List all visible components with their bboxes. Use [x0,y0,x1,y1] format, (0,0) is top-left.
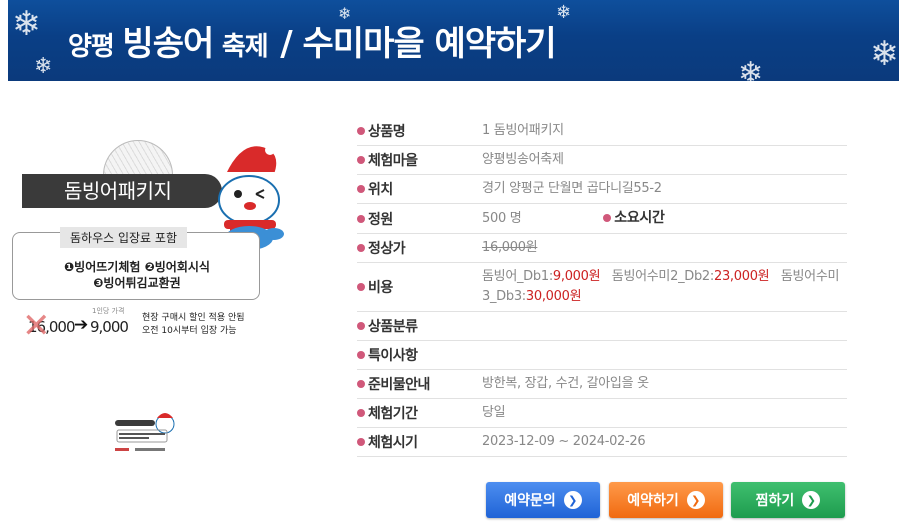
info-label-text: 상품명 [368,124,406,140]
product-image: 돔빙어패키지 돔하우스 입장료 포함 ❶빙어뜨기체험 ❷빙어회시식 ❸빙어튀김교… [8,110,338,470]
bullet-icon [357,351,365,359]
header-banner: ❄ ❄ ❄ ❄ ❄ ❄ 양평 빙송어 축제 / 수미마을 예약하기 [8,0,899,81]
info-value: 16,000원 [482,240,538,255]
info-value: 500 명 소요시간 [482,204,847,233]
promo-note: 오전 10시부터 입장 가능 [142,326,237,336]
includes-items: ❸빙어튀김교환권 [93,276,181,290]
info-value [482,322,847,330]
duration-label: 소요시간 [603,208,665,228]
info-value: 2023-12-09 ~ 2024-02-26 [482,434,646,449]
info-row-cost: 비용 돔빙어_Db1:9,000원 돔빙어수미2_Db2:23,000원 돔빙어… [357,263,847,312]
bullet-icon [357,409,365,417]
package-name-pill: 돔빙어패키지 [22,174,222,208]
bullet-icon [357,322,365,330]
info-value: 방한복, 장갑, 수건, 갈아입을 옷 [482,376,649,391]
info-value: 당일 [482,405,506,420]
reserve-button-label: 예약하기 [627,493,679,509]
thumbnail-image[interactable] [111,410,181,460]
snowflake-icon: ❄ [34,54,53,79]
info-row-notes: 특이사항 [357,341,847,370]
info-value: 양평빙송어축제 [482,152,564,167]
info-label: 체험시기 [357,432,482,452]
chevron-right-icon: ❯ [802,491,821,509]
info-row-village: 체험마을 양평빙송어축제 [357,146,847,175]
info-row-regular-price: 정상가 16,000원 [357,234,847,263]
info-label: 체험마을 [357,150,482,170]
snowflake-icon: ❄ [738,56,764,81]
bullet-icon [357,127,365,135]
info-label-text: 준비물안내 [368,377,430,393]
info-label-text: 정원 [368,211,393,228]
info-label-text: 상품분류 [368,319,418,335]
info-label: 정상가 [357,238,482,258]
sale-price: 9,000 [90,318,129,336]
product-info-table: 상품명 1 돔빙어패키지 체험마을 양평빙송어축제 위치 경기 양평군 단월면 … [357,117,847,457]
info-value: 경기 양평군 단월면 곱다니길55-2 [482,181,662,196]
info-label-text: 체험마을 [368,153,418,169]
snowflake-icon: ❄ [870,34,899,74]
info-row-product-name: 상품명 1 돔빙어패키지 [357,117,847,146]
info-label: 상품분류 [357,316,482,336]
includes-label: 돔하우스 입장료 포함 [60,227,187,248]
info-row-time: 체험시기 2023-12-09 ~ 2024-02-26 [357,428,847,457]
info-label-text: 체험기간 [368,406,418,422]
info-label: 위치 [357,179,482,199]
reserve-button[interactable]: 예약하기 ❯ [609,482,723,518]
title-part: 빙송어 [122,24,214,64]
cost-item-price: 30,000원 [525,289,582,304]
wishlist-button[interactable]: 찜하기 ❯ [731,482,845,518]
includes-items: ❶빙어뜨기체험 ❷빙어회시식 [64,260,210,274]
info-label: 준비물안내 [357,374,482,394]
info-row-location: 위치 경기 양평군 단월면 곱다니길55-2 [357,175,847,204]
inquiry-button-label: 예약문의 [504,493,556,509]
title-part: 양평 [68,32,115,62]
strike-x-icon: ✕ [22,306,51,346]
bullet-icon [603,214,612,222]
info-row-prep: 준비물안내 방한복, 장갑, 수건, 갈아입을 옷 [357,370,847,399]
info-label-text: 특이사항 [368,348,418,364]
info-label: 특이사항 [357,345,482,365]
info-row-category: 상품분류 [357,312,847,341]
title-part: 축제 [221,32,269,62]
cost-item-price: 9,000원 [552,269,601,284]
bullet-icon [357,438,365,446]
bullet-icon [357,283,365,291]
bullet-icon [357,185,365,193]
info-label: 체험기간 [357,403,482,423]
info-row-period: 체험기간 당일 [357,399,847,428]
cost-item-name: 돔빙어수미2_Db2: [611,269,714,284]
info-value: 1 돔빙어패키지 [482,123,564,138]
info-label-text: 위치 [368,182,393,198]
info-label-text: 정상가 [368,241,406,257]
cost-item-price: 23,000원 [713,269,770,284]
snowflake-icon: ❄ [556,2,572,23]
arrow-right-icon: ➔ [74,315,89,335]
bullet-icon [357,214,365,223]
bullet-icon [357,244,365,252]
chevron-right-icon: ❯ [563,491,582,509]
chevron-right-icon: ❯ [686,491,705,509]
bullet-icon [357,156,365,164]
snowflake-icon: ❄ [12,4,41,44]
inquiry-button[interactable]: 예약문의 ❯ [486,482,600,518]
page-title: 양평 빙송어 축제 / 수미마을 예약하기 [68,16,557,65]
info-value: 돔빙어_Db1:9,000원 돔빙어수미2_Db2:23,000원 돔빙어수미3… [482,263,847,311]
capacity-value: 500 명 [482,211,522,226]
info-value [482,351,847,359]
info-row-capacity: 정원 500 명 소요시간 [357,204,847,234]
info-label-text: 체험시기 [368,435,418,451]
info-label: 상품명 [357,121,482,141]
bullet-icon [357,380,365,388]
promo-note: 현장 구매시 할인 적용 안됨 [142,313,245,323]
wishlist-button-label: 찜하기 [755,493,795,509]
title-part: / 수미마을 예약하기 [280,24,556,64]
info-label-text: 비용 [368,280,393,296]
duration-label-text: 소요시간 [614,210,665,226]
cost-item-name: 돔빙어_Db1: [482,269,553,284]
info-label: 비용 [357,277,482,297]
info-label: 정원 [357,209,482,229]
price-caption: 1인당 가격 [92,307,125,315]
